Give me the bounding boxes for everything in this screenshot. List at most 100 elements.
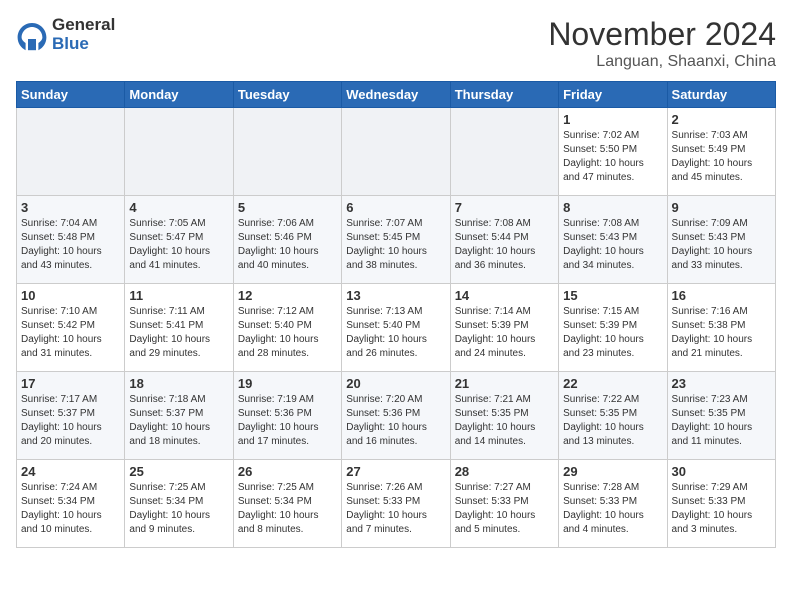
day-info: Sunrise: 7:03 AM Sunset: 5:49 PM Dayligh… (672, 129, 771, 185)
month-title: November 2024 (548, 16, 776, 53)
day-number: 26 (238, 464, 337, 479)
calendar-cell: 20 Sunrise: 7:20 AM Sunset: 5:36 PM Dayli… (342, 372, 450, 460)
day-number: 18 (129, 376, 228, 391)
calendar-week-row: 3 Sunrise: 7:04 AM Sunset: 5:48 PM Daylig… (17, 196, 776, 284)
day-info: Sunrise: 7:15 AM Sunset: 5:39 PM Dayligh… (563, 305, 662, 361)
day-number: 6 (346, 200, 445, 215)
logo-blue-text: Blue (52, 35, 115, 54)
logo-general-text: General (52, 16, 115, 35)
day-info: Sunrise: 7:22 AM Sunset: 5:35 PM Dayligh… (563, 393, 662, 449)
day-number: 13 (346, 288, 445, 303)
day-info: Sunrise: 7:05 AM Sunset: 5:47 PM Dayligh… (129, 217, 228, 273)
calendar-cell: 18 Sunrise: 7:18 AM Sunset: 5:37 PM Dayli… (125, 372, 233, 460)
weekday-header-friday: Friday (559, 82, 667, 108)
calendar-cell: 8 Sunrise: 7:08 AM Sunset: 5:43 PM Daylig… (559, 196, 667, 284)
weekday-header-wednesday: Wednesday (342, 82, 450, 108)
calendar-cell: 5 Sunrise: 7:06 AM Sunset: 5:46 PM Daylig… (233, 196, 341, 284)
day-number: 16 (672, 288, 771, 303)
day-number: 22 (563, 376, 662, 391)
day-number: 12 (238, 288, 337, 303)
calendar-cell: 16Sunrise: 7:16 AM Sunset: 5:38 PM Dayli… (667, 284, 775, 372)
day-info: Sunrise: 7:28 AM Sunset: 5:33 PM Dayligh… (563, 481, 662, 537)
day-number: 28 (455, 464, 554, 479)
calendar-cell (125, 108, 233, 196)
day-number: 19 (238, 376, 337, 391)
calendar-cell: 11Sunrise: 7:11 AM Sunset: 5:41 PM Dayli… (125, 284, 233, 372)
day-number: 3 (21, 200, 120, 215)
calendar-cell: 6Sunrise: 7:07 AM Sunset: 5:45 PM Daylig… (342, 196, 450, 284)
day-info: Sunrise: 7:27 AM Sunset: 5:33 PM Dayligh… (455, 481, 554, 537)
calendar-cell: 1 Sunrise: 7:02 AM Sunset: 5:50 PM Daylig… (559, 108, 667, 196)
logo-text: General Blue (52, 16, 115, 53)
day-info: Sunrise: 7:25 AM Sunset: 5:34 PM Dayligh… (238, 481, 337, 537)
calendar-cell: 17 Sunrise: 7:17 AM Sunset: 5:37 PM Dayli… (17, 372, 125, 460)
day-info: Sunrise: 7:08 AM Sunset: 5:44 PM Dayligh… (455, 217, 554, 273)
calendar-cell: 4 Sunrise: 7:05 AM Sunset: 5:47 PM Daylig… (125, 196, 233, 284)
day-number: 9 (672, 200, 771, 215)
calendar-cell: 10Sunrise: 7:10 AM Sunset: 5:42 PM Dayli… (17, 284, 125, 372)
logo-icon (16, 19, 48, 51)
day-number: 4 (129, 200, 228, 215)
weekday-header-tuesday: Tuesday (233, 82, 341, 108)
logo: General Blue (16, 16, 115, 53)
day-info: Sunrise: 7:26 AM Sunset: 5:33 PM Dayligh… (346, 481, 445, 537)
calendar-cell: 25 Sunrise: 7:25 AM Sunset: 5:34 PM Dayli… (125, 460, 233, 548)
day-info: Sunrise: 7:04 AM Sunset: 5:48 PM Dayligh… (21, 217, 120, 273)
calendar-cell: 14Sunrise: 7:14 AM Sunset: 5:39 PM Dayli… (450, 284, 558, 372)
calendar-cell (342, 108, 450, 196)
calendar-cell: 23Sunrise: 7:23 AM Sunset: 5:35 PM Dayli… (667, 372, 775, 460)
calendar-cell (450, 108, 558, 196)
calendar-cell: 29Sunrise: 7:28 AM Sunset: 5:33 PM Dayli… (559, 460, 667, 548)
day-info: Sunrise: 7:21 AM Sunset: 5:35 PM Dayligh… (455, 393, 554, 449)
day-number: 27 (346, 464, 445, 479)
day-number: 2 (672, 112, 771, 127)
calendar-cell: 9Sunrise: 7:09 AM Sunset: 5:43 PM Daylig… (667, 196, 775, 284)
weekday-header-sunday: Sunday (17, 82, 125, 108)
calendar-cell: 7Sunrise: 7:08 AM Sunset: 5:44 PM Daylig… (450, 196, 558, 284)
calendar-cell: 28 Sunrise: 7:27 AM Sunset: 5:33 PM Dayli… (450, 460, 558, 548)
day-info: Sunrise: 7:29 AM Sunset: 5:33 PM Dayligh… (672, 481, 771, 537)
calendar-table: SundayMondayTuesdayWednesdayThursdayFrid… (16, 81, 776, 548)
calendar-week-row: 17 Sunrise: 7:17 AM Sunset: 5:37 PM Dayli… (17, 372, 776, 460)
day-number: 17 (21, 376, 120, 391)
day-number: 24 (21, 464, 120, 479)
day-number: 30 (672, 464, 771, 479)
location-title: Languan, Shaanxi, China (548, 53, 776, 71)
day-info: Sunrise: 7:24 AM Sunset: 5:34 PM Dayligh… (21, 481, 120, 537)
day-info: Sunrise: 7:18 AM Sunset: 5:37 PM Dayligh… (129, 393, 228, 449)
day-info: Sunrise: 7:02 AM Sunset: 5:50 PM Dayligh… (563, 129, 662, 185)
calendar-cell: 12 Sunrise: 7:12 AM Sunset: 5:40 PM Dayli… (233, 284, 341, 372)
calendar-cell (233, 108, 341, 196)
day-number: 1 (563, 112, 662, 127)
day-info: Sunrise: 7:23 AM Sunset: 5:35 PM Dayligh… (672, 393, 771, 449)
day-number: 21 (455, 376, 554, 391)
day-info: Sunrise: 7:19 AM Sunset: 5:36 PM Dayligh… (238, 393, 337, 449)
calendar-cell: 2 Sunrise: 7:03 AM Sunset: 5:49 PM Daylig… (667, 108, 775, 196)
weekday-header-monday: Monday (125, 82, 233, 108)
title-block: November 2024 Languan, Shaanxi, China (548, 16, 776, 71)
day-number: 14 (455, 288, 554, 303)
day-number: 20 (346, 376, 445, 391)
calendar-week-row: 1 Sunrise: 7:02 AM Sunset: 5:50 PM Daylig… (17, 108, 776, 196)
weekday-header-thursday: Thursday (450, 82, 558, 108)
day-number: 5 (238, 200, 337, 215)
day-info: Sunrise: 7:06 AM Sunset: 5:46 PM Dayligh… (238, 217, 337, 273)
weekday-header-saturday: Saturday (667, 82, 775, 108)
day-info: Sunrise: 7:08 AM Sunset: 5:43 PM Dayligh… (563, 217, 662, 273)
day-info: Sunrise: 7:12 AM Sunset: 5:40 PM Dayligh… (238, 305, 337, 361)
day-number: 25 (129, 464, 228, 479)
page-header: General Blue November 2024 Languan, Shaa… (16, 16, 776, 71)
day-info: Sunrise: 7:20 AM Sunset: 5:36 PM Dayligh… (346, 393, 445, 449)
day-info: Sunrise: 7:17 AM Sunset: 5:37 PM Dayligh… (21, 393, 120, 449)
day-number: 8 (563, 200, 662, 215)
day-info: Sunrise: 7:11 AM Sunset: 5:41 PM Dayligh… (129, 305, 228, 361)
calendar-cell: 19 Sunrise: 7:19 AM Sunset: 5:36 PM Dayli… (233, 372, 341, 460)
calendar-cell: 30 Sunrise: 7:29 AM Sunset: 5:33 PM Dayli… (667, 460, 775, 548)
calendar-cell: 21 Sunrise: 7:21 AM Sunset: 5:35 PM Dayli… (450, 372, 558, 460)
calendar-cell: 13Sunrise: 7:13 AM Sunset: 5:40 PM Dayli… (342, 284, 450, 372)
calendar-cell: 27 Sunrise: 7:26 AM Sunset: 5:33 PM Dayli… (342, 460, 450, 548)
day-number: 15 (563, 288, 662, 303)
day-number: 10 (21, 288, 120, 303)
day-info: Sunrise: 7:25 AM Sunset: 5:34 PM Dayligh… (129, 481, 228, 537)
calendar-cell: 15 Sunrise: 7:15 AM Sunset: 5:39 PM Dayli… (559, 284, 667, 372)
